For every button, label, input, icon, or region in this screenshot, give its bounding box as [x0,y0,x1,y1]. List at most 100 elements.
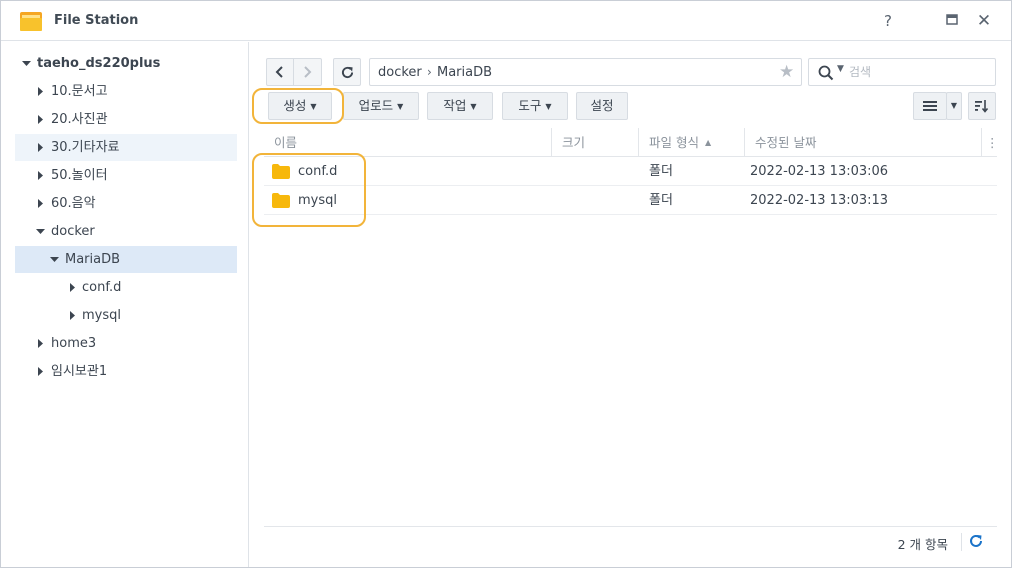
breadcrumb-mariadb[interactable]: MariaDB [437,65,492,80]
folder-tree-sidebar: taeho_ds220plus 10.문서고 20.사진관 30.기타자료 50… [1,42,249,567]
action-label: 작업 [443,98,467,113]
file-name: mysql [298,193,337,208]
folder-icon [272,193,290,212]
tree-label: 20.사진관 [51,112,108,127]
dropdown-caret-icon: ▼ [310,102,317,111]
title-bar: File Station ? ✕ [1,1,1011,41]
expanded-arrow-icon[interactable] [21,50,31,77]
column-header-label: 크기 [562,135,586,150]
path-bar[interactable]: docker › MariaDB ★ [369,58,802,86]
tree-item-30-misc[interactable]: 30.기타자료 [15,134,237,161]
column-header-name[interactable]: 이름 [264,128,552,157]
collapsed-arrow-icon[interactable] [35,134,45,161]
view-options-caret-icon[interactable]: ▼ [946,92,962,120]
tree-label: 임시보관1 [51,364,108,379]
tools-label: 도구 [518,98,542,113]
column-header-label: 수정된 날짜 [755,135,817,150]
file-station-app-icon [19,9,43,33]
list-view-button[interactable] [913,92,947,120]
column-header-modified[interactable]: 수정된 날짜 [745,128,982,157]
list-view-icon [923,101,937,111]
tree-label: MariaDB [65,252,121,267]
file-modified: 2022-02-13 13:03:13 [750,193,889,208]
tree-item-60-music[interactable]: 60.음악 [15,190,237,217]
tree-label: 60.음악 [51,196,96,211]
tree-label: taeho_ds220plus [37,56,161,71]
tree-item-mysql[interactable]: mysql [15,302,237,329]
create-label: 생성 [283,98,307,113]
search-options-caret-icon[interactable]: ▼ [837,64,844,74]
search-input[interactable] [849,63,989,81]
main-panel: docker › MariaDB ★ ▼ 생성▼ 업로드▼ 작업▼ 도구▼ 설정 [250,42,1011,567]
tree-label: 10.문서고 [51,84,108,99]
column-header-size[interactable]: 크기 [552,128,639,157]
search-icon[interactable] [818,65,834,85]
dropdown-caret-icon: ▼ [470,102,477,111]
collapsed-arrow-icon[interactable] [67,302,77,329]
action-button[interactable]: 작업 ▼ [427,92,493,120]
folder-icon [272,164,290,183]
breadcrumb-separator: › [427,65,432,79]
collapsed-arrow-icon[interactable] [35,78,45,105]
sort-icon [975,100,989,113]
footer-divider [961,533,962,551]
maximize-icon [946,14,958,25]
refresh-button[interactable] [333,58,361,86]
file-table-header: 이름 크기 파일 형식 ▲ 수정된 날짜 ⋮ [264,128,999,157]
tools-button[interactable]: 도구 ▼ [502,92,568,120]
footer-refresh-icon[interactable] [969,534,983,552]
collapsed-arrow-icon[interactable] [35,330,45,357]
upload-button[interactable]: 업로드 ▼ [343,92,419,120]
tree-item-10-documents[interactable]: 10.문서고 [15,78,237,105]
breadcrumb-docker[interactable]: docker [378,65,422,80]
file-name: conf.d [298,164,338,179]
window-title: File Station [54,13,139,28]
tree-item-mariadb[interactable]: MariaDB [15,246,237,273]
table-row[interactable]: conf.d 폴더 2022-02-13 13:03:06 [264,157,997,186]
collapsed-arrow-icon[interactable] [35,358,45,385]
refresh-icon [341,66,354,79]
create-button[interactable]: 생성 ▼ [268,92,332,120]
tree-label: docker [51,224,95,239]
settings-button[interactable]: 설정 [576,92,628,120]
tree-label: 50.놀이터 [51,168,108,183]
tree-item-home3[interactable]: home3 [15,330,237,357]
column-options-button[interactable]: ⋮ [982,128,999,157]
table-row[interactable]: mysql 폴더 2022-02-13 13:03:13 [264,186,997,215]
item-count: 2 개 항목 [897,537,948,552]
sort-ascending-icon: ▲ [704,138,712,147]
tree-item-50-playground[interactable]: 50.놀이터 [15,162,237,189]
help-button[interactable]: ? [878,11,898,31]
sort-button[interactable] [968,92,996,120]
back-button[interactable] [266,58,294,86]
collapsed-arrow-icon[interactable] [67,274,77,301]
file-type: 폴더 [649,193,673,208]
file-modified: 2022-02-13 13:03:06 [750,164,889,179]
tree-item-docker[interactable]: docker [15,218,237,245]
column-header-type[interactable]: 파일 형식 ▲ [639,128,745,157]
close-button[interactable]: ✕ [974,11,994,31]
dropdown-caret-icon: ▼ [545,102,552,111]
column-header-label: 파일 형식 [649,135,699,150]
forward-button[interactable] [294,58,322,86]
expanded-arrow-icon[interactable] [35,218,45,245]
tree-item-taeho-ds220plus[interactable]: taeho_ds220plus [15,50,237,77]
collapsed-arrow-icon[interactable] [35,190,45,217]
collapsed-arrow-icon[interactable] [35,162,45,189]
upload-label: 업로드 [358,98,394,113]
tree-item-temp-storage[interactable]: 임시보관1 [15,358,237,385]
collapsed-arrow-icon[interactable] [35,106,45,133]
tree-label: mysql [82,308,121,323]
chevron-right-icon [304,66,312,78]
expanded-arrow-icon[interactable] [49,246,59,273]
tree-item-20-photos[interactable]: 20.사진관 [15,106,237,133]
maximize-button[interactable] [942,11,962,31]
search-box[interactable]: ▼ [808,58,996,86]
tree-label: 30.기타자료 [51,140,120,155]
dropdown-caret-icon: ▼ [397,102,404,111]
settings-label: 설정 [590,98,614,113]
tree-item-conf-d[interactable]: conf.d [15,274,237,301]
favorite-star-icon[interactable]: ★ [779,62,794,82]
file-station-window: File Station ? ✕ taeho_ds220plus 10.문서고 … [0,0,1012,568]
tree-label: conf.d [82,280,122,295]
